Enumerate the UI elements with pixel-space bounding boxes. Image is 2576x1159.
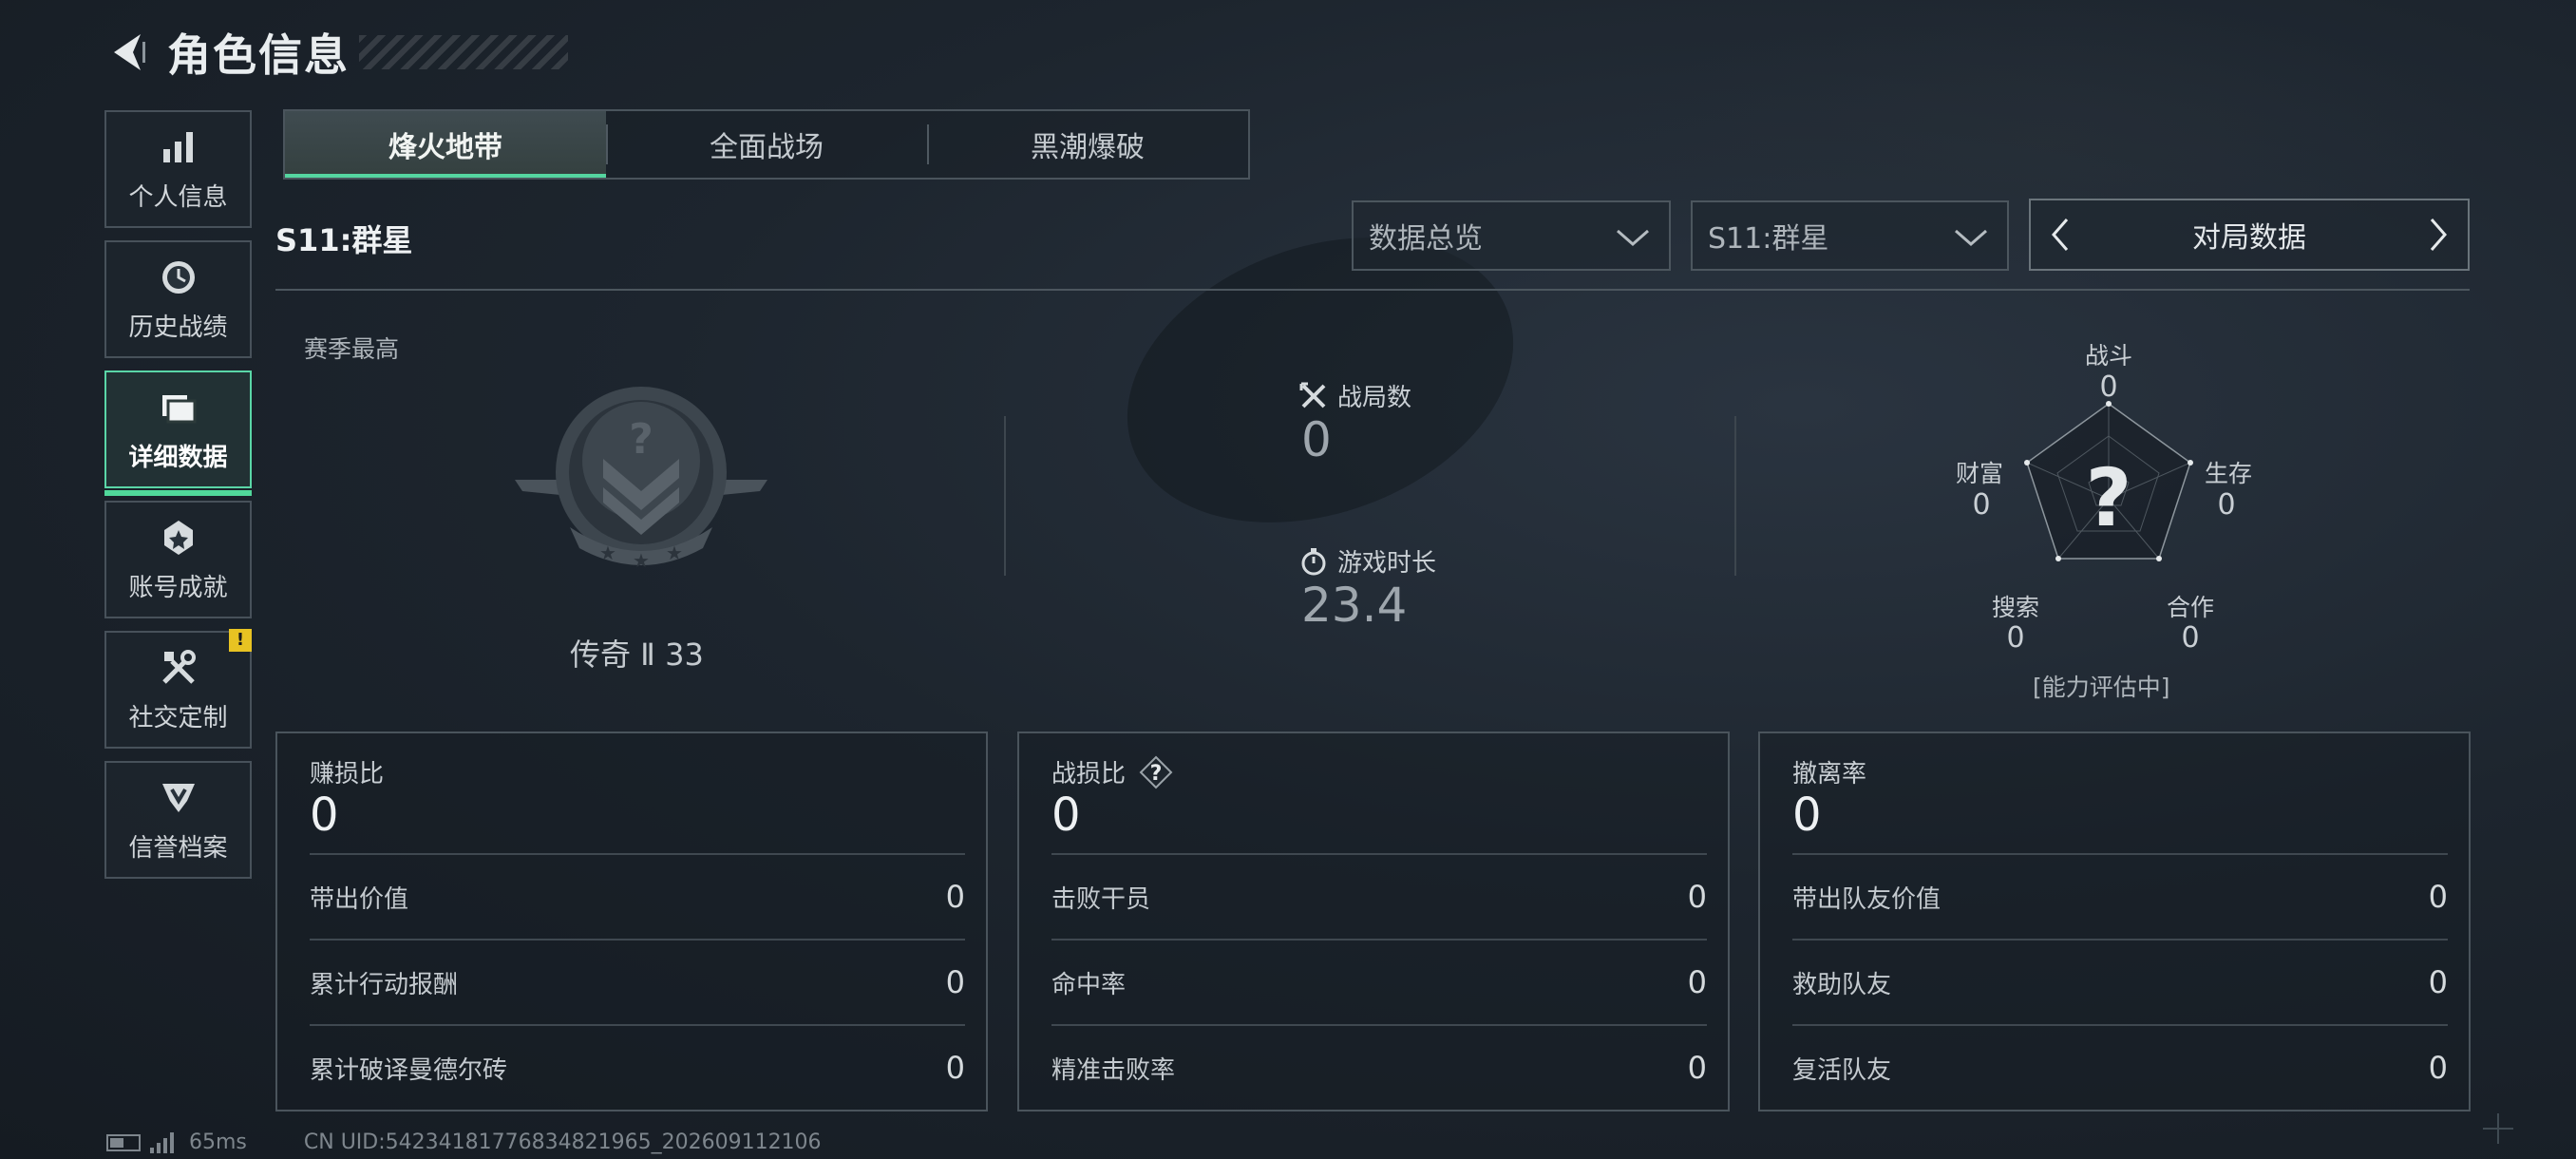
page-title: 角色信息 [167, 29, 350, 81]
sidebar-item-label: 信誉档案 [128, 833, 228, 863]
card-title: 撤离率 [1792, 760, 1867, 788]
radar-value-combat: 0 [2099, 370, 2118, 404]
radar-label-cooperation: 合作 [2166, 594, 2214, 621]
help-icon[interactable]: ? [1139, 755, 1173, 789]
profit-loss-card: 赚损比 0 带出价值 0 累计行动报酬 0 累计破译曼德尔砖 0 [275, 732, 988, 1112]
card-value: 0 [1792, 788, 1822, 842]
radar-value-cooperation: 0 [2181, 621, 2200, 655]
radar-label-wealth: 财富 [1955, 460, 2003, 487]
sidebar-item-label: 社交定制 [128, 703, 228, 732]
signal-icon [150, 1131, 174, 1153]
card-title: 战损比 ? [1051, 754, 1173, 789]
sidebar: 个人信息 历史战绩 详细数据 账号成就 ! 社交定制 信誉档案 [104, 110, 252, 891]
radar-label-survival: 生存 [2204, 460, 2252, 487]
sidebar-item-label: 历史战绩 [128, 313, 228, 342]
radar-value-survival: 0 [2217, 488, 2236, 522]
stat-row: 救助队友 0 [1792, 939, 2448, 1024]
card-title: 赚损比 [310, 760, 385, 788]
rank-text: 传奇 Ⅱ 33 [570, 636, 704, 673]
radar-status-note: [能力评估中] [2033, 674, 2170, 701]
ability-radar-chart: ? [2024, 401, 2193, 561]
stat-row: 击败干员 0 [1051, 853, 1707, 939]
season-title: S11:群星 [275, 222, 413, 258]
ping-value: 65ms [189, 1130, 247, 1154]
achievement-icon [158, 517, 199, 559]
sidebar-item-label: 个人信息 [128, 182, 228, 212]
pager-next-button[interactable] [2415, 200, 2462, 269]
emblem-mark: ? [629, 415, 653, 464]
folder-icon [158, 387, 199, 428]
stat-row: 精准击败率 0 [1051, 1024, 1707, 1110]
battery-icon [106, 1133, 141, 1151]
sidebar-item-history[interactable]: 历史战绩 [104, 240, 252, 358]
mode-tabs: 烽火地带 全面战场 黑潮爆破 [283, 109, 1250, 180]
rank-emblem: ? ★ ★ ★ [513, 385, 769, 575]
chevron-left-icon [2052, 218, 2069, 251]
sidebar-item-label: 账号成就 [128, 573, 228, 602]
playtime-label: 游戏时长 [1299, 543, 1436, 579]
stat-row: 累计行动报酬 0 [310, 939, 965, 1024]
card-value: 0 [1051, 788, 1081, 842]
stat-row: 累计破译曼德尔砖 0 [310, 1024, 965, 1110]
chevron-right-icon [2430, 218, 2447, 251]
playtime-value: 23.4 [1301, 578, 1408, 633]
svg-text:★: ★ [599, 542, 616, 564]
stat-row: 命中率 0 [1051, 939, 1707, 1024]
column-divider [1004, 416, 1006, 576]
stopwatch-icon [1301, 547, 1326, 575]
title-decoration [359, 35, 568, 69]
extraction-rate-card: 撤离率 0 带出队友价值 0 救助队友 0 复活队友 0 [1758, 732, 2471, 1112]
radar-value-wealth: 0 [1972, 488, 1991, 522]
status-footer: 65ms CN UID:54234181776834821965_2026091… [106, 1130, 822, 1154]
sidebar-item-personal-info[interactable]: 个人信息 [104, 110, 252, 228]
radar-label-search: 搜索 [1991, 594, 2039, 621]
season-dropdown[interactable]: S11:群星 [1691, 200, 2009, 271]
back-button[interactable] [95, 19, 161, 86]
stat-row: 带出价值 0 [310, 853, 965, 939]
radar-label-combat: 战斗 [2084, 342, 2132, 370]
credit-badge-icon [158, 777, 199, 819]
tools-icon [158, 647, 199, 689]
season-dropdown-value: S11:群星 [1708, 222, 1829, 256]
sidebar-item-credit-file[interactable]: 信誉档案 [104, 761, 252, 879]
radar-value-search: 0 [2006, 621, 2025, 655]
sidebar-item-achievements[interactable]: 账号成就 [104, 501, 252, 618]
bar-chart-icon [158, 126, 199, 168]
sidebar-item-label: 详细数据 [128, 443, 228, 472]
sidebar-item-detailed-data[interactable]: 详细数据 [104, 370, 252, 496]
matches-label: 战局数 [1299, 378, 1411, 413]
chevron-down-icon [1955, 229, 1987, 246]
section-divider [275, 289, 2470, 291]
tab-black-tide[interactable]: 黑潮爆破 [927, 111, 1248, 178]
radar-center-mark: ? [2086, 451, 2132, 544]
clock-icon [158, 256, 199, 298]
card-value: 0 [310, 788, 339, 842]
kill-death-card: 战损比 ? 0 击败干员 0 命中率 0 精准击败率 0 [1017, 732, 1730, 1112]
matches-value: 0 [1301, 412, 1332, 467]
pager-prev-button[interactable] [2036, 200, 2084, 269]
crossed-swords-icon [1299, 382, 1326, 408]
plus-icon [2483, 1113, 2513, 1144]
tab-full-battlefield[interactable]: 全面战场 [606, 111, 927, 178]
season-high-label: 赛季最高 [304, 335, 400, 363]
chevron-down-icon [1617, 229, 1649, 246]
tab-beacon-zone[interactable]: 烽火地带 [285, 111, 606, 178]
stat-row: 带出队友价值 0 [1792, 853, 2448, 939]
stat-row: 复活队友 0 [1792, 1024, 2448, 1110]
pager-label: 对局数据 [2192, 221, 2306, 255]
uid-text: CN UID:54234181776834821965_202609112106 [303, 1130, 822, 1154]
match-data-pager: 对局数据 [2029, 199, 2470, 271]
column-divider [1734, 416, 1736, 576]
overview-dropdown-value: 数据总览 [1369, 222, 1483, 256]
svg-text:★: ★ [666, 542, 683, 564]
notification-badge: ! [229, 629, 252, 652]
back-arrow-icon [114, 34, 145, 70]
header: 角色信息 [95, 19, 568, 86]
sidebar-item-social-customize[interactable]: ! 社交定制 [104, 629, 252, 749]
svg-text:★: ★ [633, 549, 650, 572]
overview-dropdown[interactable]: 数据总览 [1352, 200, 1671, 271]
svg-text:?: ? [1150, 762, 1163, 786]
